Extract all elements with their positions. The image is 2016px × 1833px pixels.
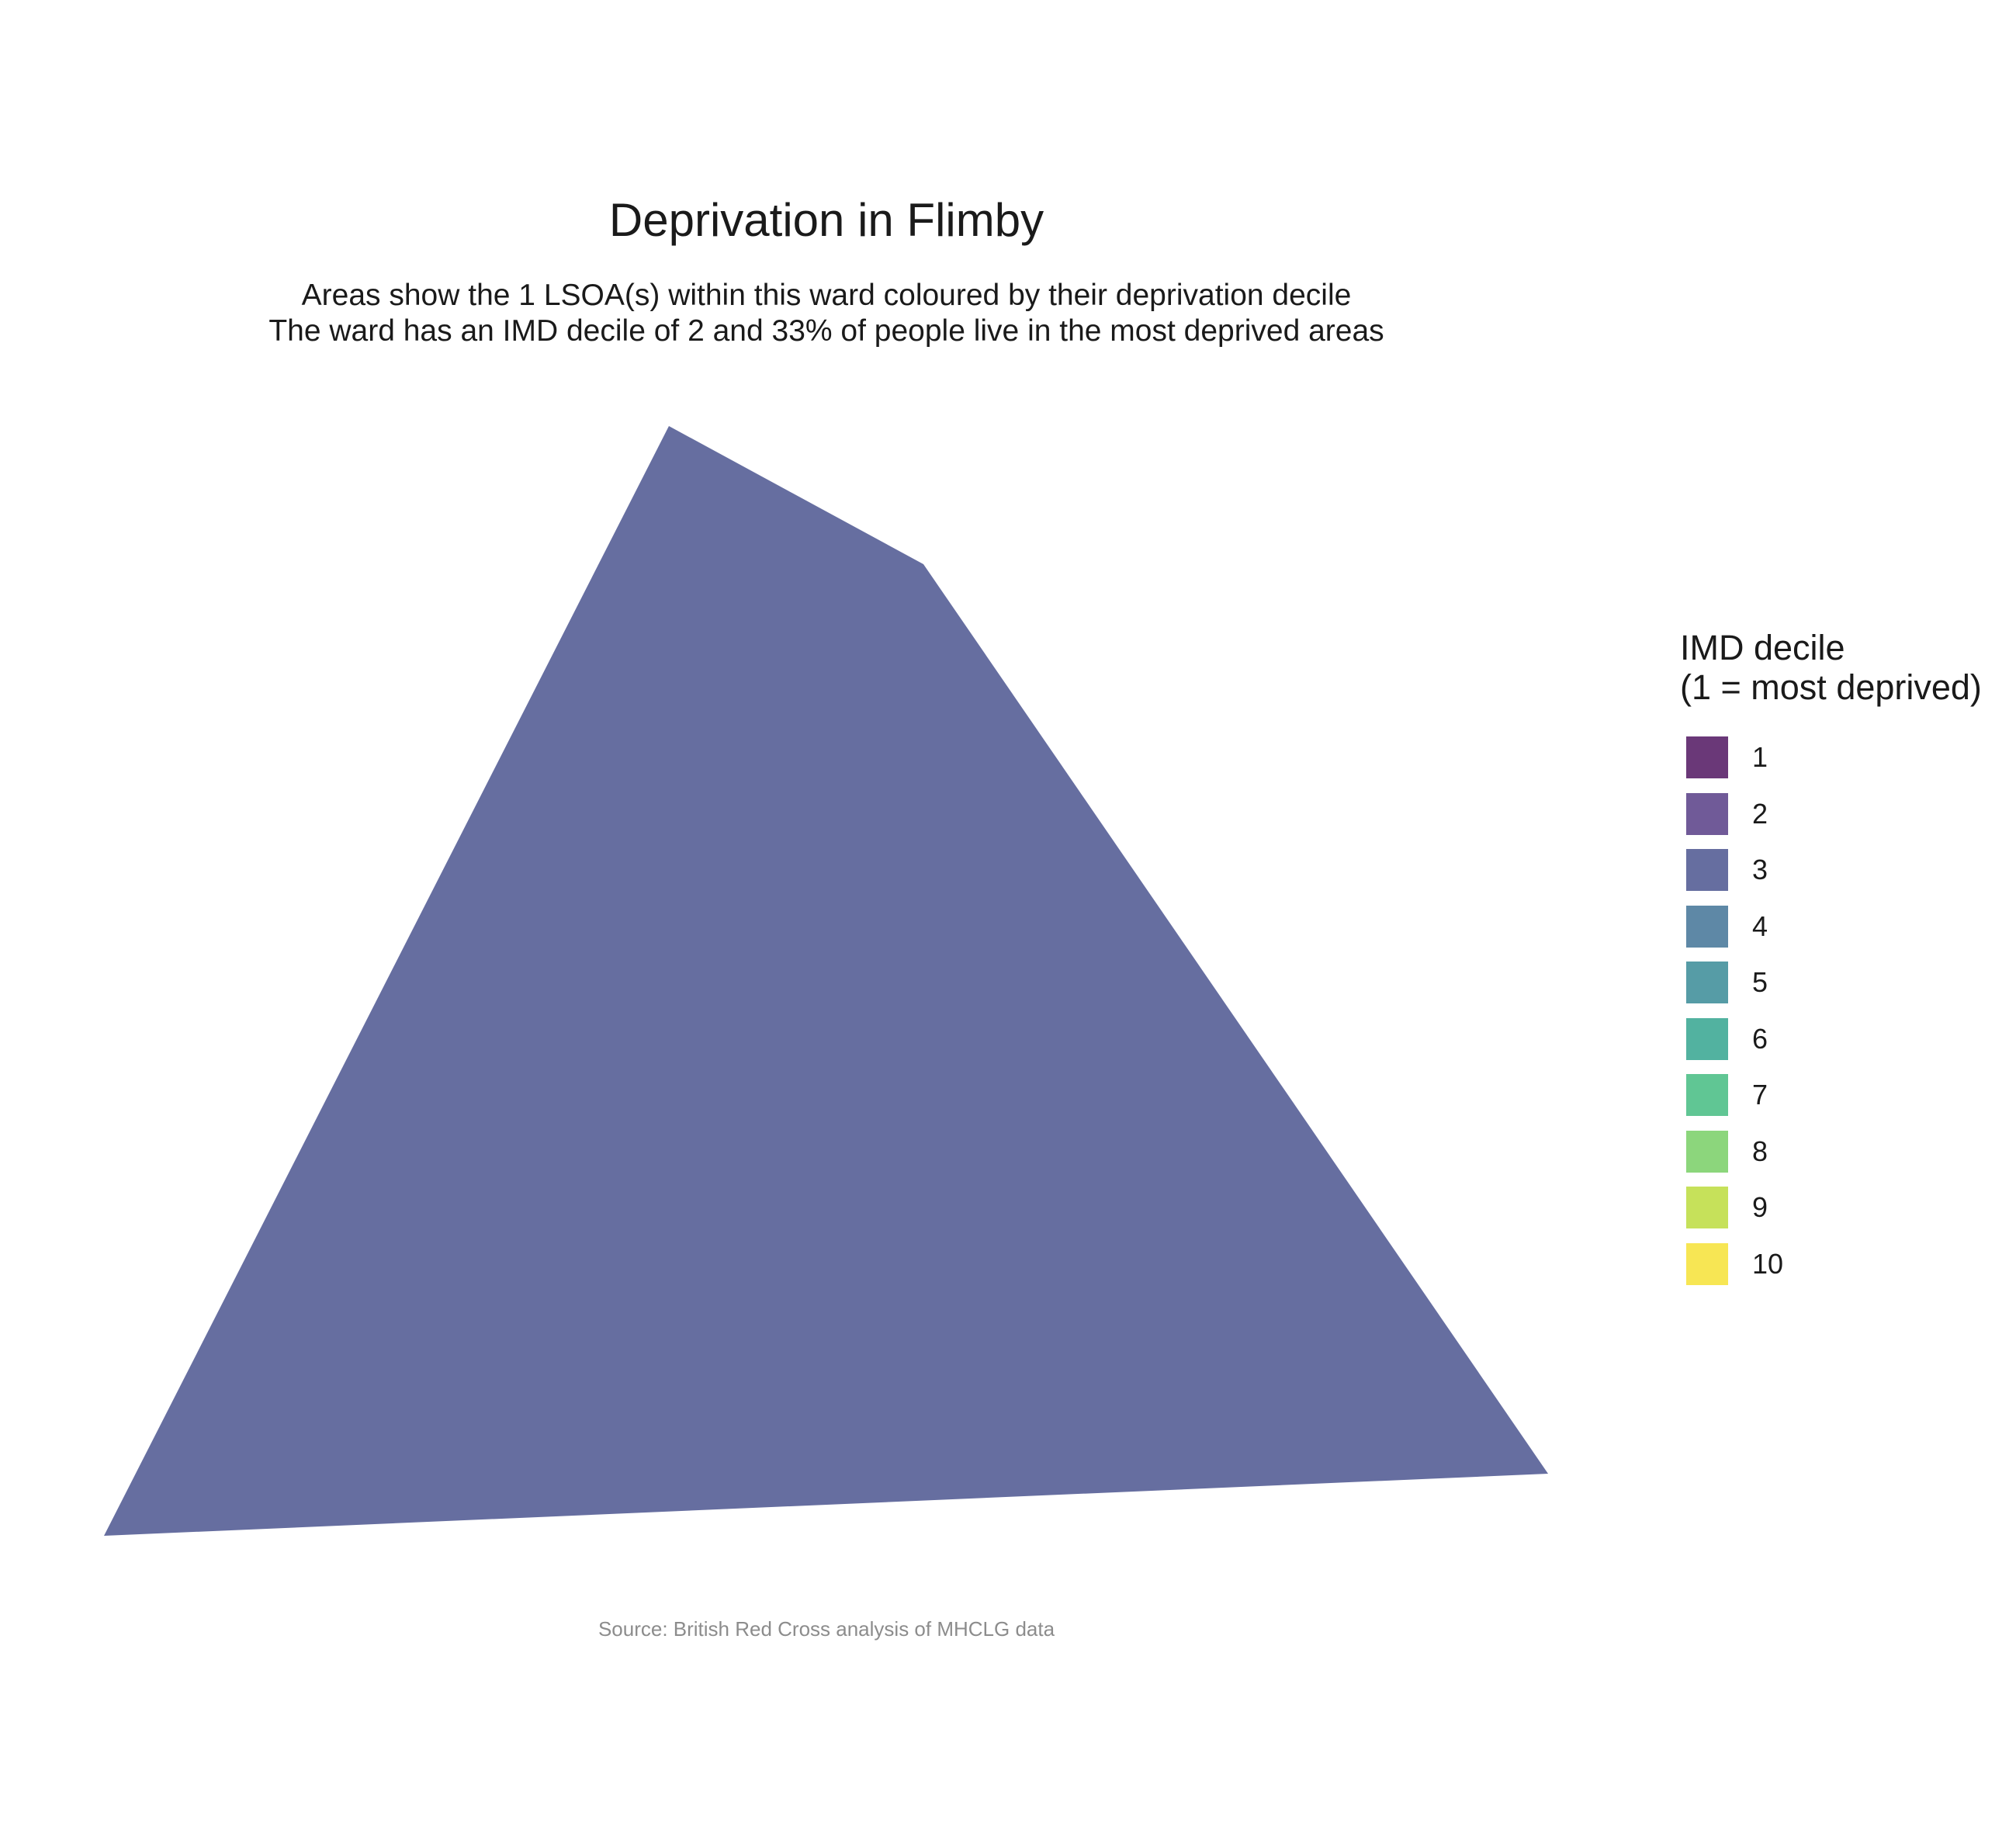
- legend-label-7: 7: [1752, 1079, 1768, 1111]
- legend-key-3: [1686, 849, 1728, 891]
- legend-key-8: [1686, 1130, 1728, 1173]
- legend-label-1: 1: [1752, 741, 1768, 773]
- legend-label-6: 6: [1752, 1022, 1768, 1055]
- legend-key-7: [1686, 1074, 1728, 1116]
- legend-label-4: 4: [1752, 910, 1768, 942]
- legend-key-4: [1686, 905, 1728, 948]
- legend-label-8: 8: [1752, 1135, 1768, 1167]
- legend-label-5: 5: [1752, 966, 1768, 998]
- legend-key-5: [1686, 962, 1728, 1003]
- legend-label-10: 10: [1752, 1247, 1784, 1280]
- legend-key-2: [1686, 792, 1728, 835]
- legend-label-3: 3: [1752, 854, 1768, 885]
- legend-label-2: 2: [1752, 797, 1768, 830]
- legend-label-9: 9: [1752, 1191, 1768, 1223]
- deprivation-map-figure: Deprivation in Flimby Areas show the 1 L…: [0, 0, 2016, 1833]
- legend-key-10: [1686, 1242, 1728, 1285]
- lsoa-area-polygon: [104, 426, 1548, 1536]
- legend-key-9: [1686, 1187, 1728, 1228]
- legend-title-line-1: IMD decile: [1680, 628, 1845, 667]
- legend-key-6: [1686, 1017, 1728, 1060]
- legend-title-line-2: (1 = most deprived): [1680, 667, 1982, 707]
- legend-key-1: [1686, 736, 1728, 778]
- source-caption: Source: British Red Cross analysis of MH…: [598, 1617, 1055, 1641]
